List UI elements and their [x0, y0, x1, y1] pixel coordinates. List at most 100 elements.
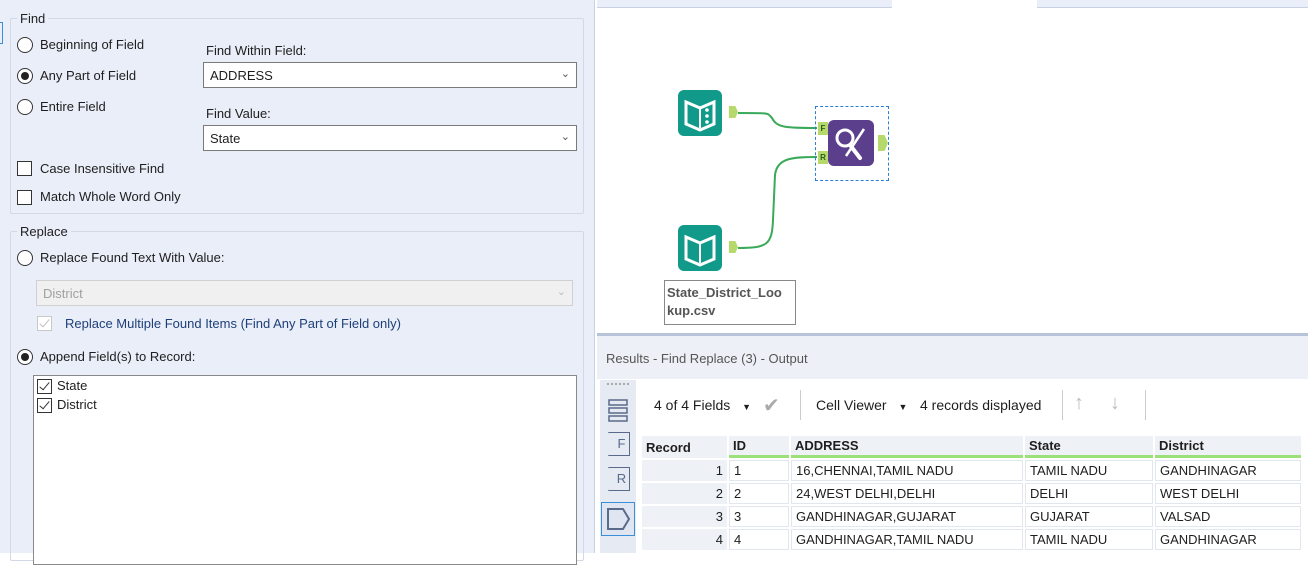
- table-row[interactable]: 3 3 GANDHINAGAR,GUJARAT GUJARAT VALSAD: [642, 506, 1301, 527]
- entire-field-label: Entire Field: [40, 99, 106, 114]
- find-value-value: State: [210, 131, 241, 146]
- table-row[interactable]: 1 1 16,CHENNAI,TAMIL NADU TAMIL NADU GANDHIN…: [642, 460, 1301, 481]
- port-find[interactable]: F: [818, 122, 828, 135]
- find-value-dropdown[interactable]: State ⌄: [203, 125, 577, 151]
- replace-value-dropdown[interactable]: District ⌄: [36, 280, 573, 306]
- checkmark-icon[interactable]: ✔: [763, 393, 780, 418]
- address-cell[interactable]: GANDHINAGAR,TAMIL NADU: [791, 529, 1023, 550]
- toolbar-divider: [800, 390, 801, 420]
- find-value-label: Find Value:: [206, 106, 271, 121]
- column-header-id[interactable]: ID: [729, 436, 789, 458]
- chevron-down-icon: ⌄: [560, 131, 570, 143]
- id-cell[interactable]: 1: [729, 460, 789, 481]
- district-cell[interactable]: GANDHINAGAR: [1155, 529, 1301, 550]
- results-title: Results - Find Replace (3) - Output: [606, 351, 808, 366]
- find-group-label: Find: [17, 11, 49, 26]
- connection-line-replace: [737, 156, 818, 249]
- id-cell[interactable]: 3: [729, 506, 789, 527]
- book-icon: [684, 234, 716, 267]
- arrow-up-icon[interactable]: ↑: [1074, 392, 1084, 415]
- magnifier-pencil-icon: [835, 128, 866, 160]
- match-whole-word-checkbox[interactable]: [17, 190, 32, 205]
- input-data-tool-1[interactable]: [678, 90, 722, 136]
- record-cell: 3: [642, 506, 727, 527]
- address-cell[interactable]: 24,WEST DELHI,DELHI: [791, 483, 1023, 504]
- configuration-panel: Find Beginning of Field Any Part of Fiel…: [0, 0, 595, 565]
- replace-value: District: [43, 286, 83, 301]
- replace-multiple-label: Replace Multiple Found Items (Find Any P…: [65, 316, 401, 331]
- book-icon: [684, 99, 716, 132]
- match-whole-word-label: Match Whole Word Only: [40, 189, 181, 204]
- append-fields-list: State District: [33, 375, 577, 565]
- state-cell[interactable]: GUJARAT: [1025, 506, 1153, 527]
- address-cell[interactable]: 16,CHENNAI,TAMIL NADU: [791, 460, 1023, 481]
- district-cell[interactable]: VALSAD: [1155, 506, 1301, 527]
- column-header-record[interactable]: Record: [642, 436, 727, 458]
- table-header-row: Record ID ADDRESS State District: [642, 436, 1301, 458]
- id-cell[interactable]: 4: [729, 529, 789, 550]
- fields-label: 4 of 4 Fields: [654, 397, 731, 413]
- input-r-view-icon[interactable]: R: [608, 467, 630, 491]
- grip-handle[interactable]: [607, 383, 629, 385]
- toolbar-divider: [1145, 390, 1146, 420]
- cell-viewer-selector[interactable]: Cell Viewer ▼: [816, 397, 907, 413]
- replace-group-label: Replace: [17, 224, 71, 239]
- state-cell[interactable]: TAMIL NADU: [1025, 529, 1153, 550]
- radio-any-part-of-field[interactable]: [17, 68, 33, 84]
- chevron-down-icon: ⌄: [560, 68, 570, 80]
- append-field-district-label: District: [57, 397, 97, 412]
- find-within-field-dropdown[interactable]: ADDRESS ⌄: [203, 62, 577, 88]
- fields-selector[interactable]: 4 of 4 Fields ▼: [654, 397, 751, 413]
- state-cell[interactable]: TAMIL NADU: [1025, 460, 1153, 481]
- find-replace-tool-selection[interactable]: F R: [815, 106, 889, 181]
- column-header-address[interactable]: ADDRESS: [791, 436, 1023, 458]
- toolbar-divider: [1062, 390, 1063, 420]
- case-insensitive-checkbox[interactable]: [17, 161, 32, 176]
- append-field-state-checkbox[interactable]: [37, 379, 52, 394]
- any-part-of-field-label: Any Part of Field: [40, 68, 137, 83]
- results-side-toolbar: F R: [600, 380, 636, 553]
- table-row[interactable]: 2 2 24,WEST DELHI,DELHI DELHI WEST DELHI: [642, 483, 1301, 504]
- column-header-state[interactable]: State: [1025, 436, 1153, 458]
- district-cell[interactable]: GANDHINAGAR: [1155, 460, 1301, 481]
- radio-append-fields[interactable]: [17, 349, 33, 365]
- record-cell: 2: [642, 483, 727, 504]
- state-cell[interactable]: DELHI: [1025, 483, 1153, 504]
- records-count: 4 records displayed: [920, 397, 1042, 413]
- cell-viewer-label: Cell Viewer: [816, 397, 887, 413]
- caret-down-icon: ▼: [898, 402, 908, 412]
- lookup-file-annotation: State_District_Loo kup.csv: [664, 280, 796, 325]
- output-port[interactable]: [878, 135, 888, 151]
- port-replace[interactable]: R: [818, 151, 828, 164]
- output-anchor-icon: [607, 508, 631, 530]
- replace-multiple-checkbox[interactable]: [37, 316, 52, 331]
- district-cell[interactable]: WEST DELHI: [1155, 483, 1301, 504]
- radio-replace-found-text[interactable]: [17, 250, 33, 266]
- table-row[interactable]: 4 4 GANDHINAGAR,TAMIL NADU TAMIL NADU GANDHI…: [642, 529, 1301, 550]
- record-cell: 1: [642, 460, 727, 481]
- radio-entire-field[interactable]: [17, 99, 33, 115]
- caret-down-icon: ▼: [742, 402, 752, 412]
- output-view-button[interactable]: [601, 502, 635, 536]
- annotation-line-1: State_District_Loo: [667, 285, 782, 300]
- append-field-district-checkbox[interactable]: [37, 398, 52, 413]
- beginning-of-field-label: Beginning of Field: [40, 37, 145, 52]
- find-within-field-value: ADDRESS: [210, 68, 273, 83]
- column-header-district[interactable]: District: [1155, 436, 1301, 458]
- radio-beginning-of-field[interactable]: [17, 37, 33, 53]
- input-data-tool-2[interactable]: [678, 225, 722, 271]
- chevron-down-icon: ⌄: [556, 286, 566, 298]
- arrow-down-icon[interactable]: ↓: [1110, 392, 1120, 415]
- append-fields-label: Append Field(s) to Record:: [40, 349, 196, 364]
- connection-line-find: [737, 112, 818, 129]
- address-cell[interactable]: GANDHINAGAR,GUJARAT: [791, 506, 1023, 527]
- table-view-icon[interactable]: [608, 398, 628, 422]
- case-insensitive-label: Case Insensitive Find: [40, 161, 165, 176]
- results-table: Record ID ADDRESS State District 1 1 16,CH…: [640, 434, 1303, 552]
- id-cell[interactable]: 2: [729, 483, 789, 504]
- results-header: Results - Find Replace (3) - Output: [597, 333, 1308, 379]
- workflow-canvas[interactable]: State_District_Loo kup.csv F R: [597, 0, 1308, 330]
- panel-edge-marker: [0, 22, 3, 44]
- find-replace-tool[interactable]: [828, 120, 874, 166]
- input-f-view-icon[interactable]: F: [608, 432, 630, 456]
